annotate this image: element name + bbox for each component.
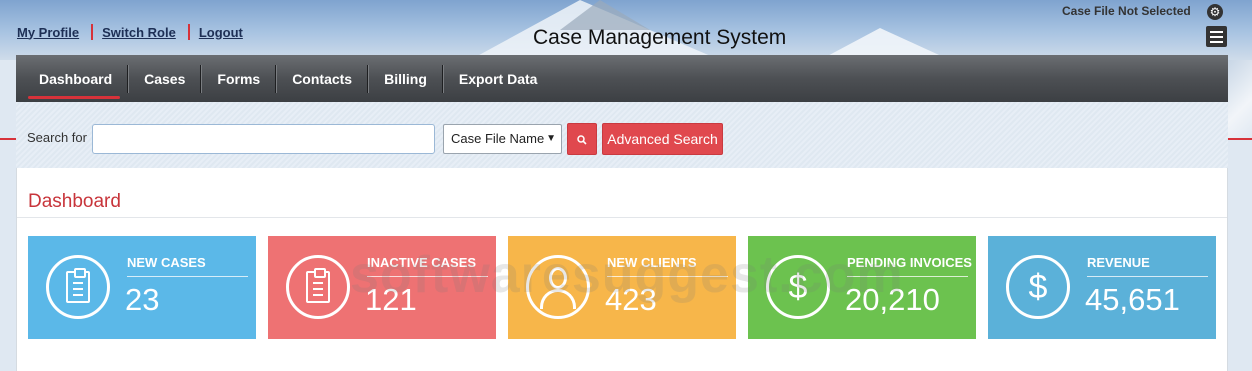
search-field-selected: Case File Name [451, 131, 545, 146]
card-label: REVENUE [1087, 255, 1150, 270]
app-title: Case Management System [533, 26, 787, 49]
card-value: 121 [365, 282, 417, 317]
my-profile-link[interactable]: My Profile [17, 25, 79, 40]
main-nav: Dashboard Cases Forms Contacts Billing E… [16, 55, 1228, 102]
side-decoration [1228, 60, 1252, 140]
clipboard-icon [46, 255, 110, 319]
search-label: Search for [27, 130, 87, 145]
page-title: Dashboard [28, 191, 121, 212]
advanced-search-button[interactable]: Advanced Search [602, 123, 723, 155]
logout-link[interactable]: Logout [199, 25, 243, 40]
card-value: 23 [125, 282, 160, 317]
case-status-text: Case File Not Selected [1062, 4, 1191, 18]
card-label: PENDING INVOICES [847, 255, 972, 270]
card-value: 20,210 [845, 282, 940, 317]
person-icon [526, 255, 590, 319]
hamburger-menu-icon[interactable] [1206, 26, 1227, 47]
card-value: 45,651 [1085, 282, 1180, 317]
card-new-clients[interactable]: NEW CLIENTS 423 [508, 236, 736, 339]
card-inactive-cases[interactable]: INACTIVE CASES 121 [268, 236, 496, 339]
card-label: NEW CLIENTS [607, 255, 697, 270]
nav-export-data[interactable]: Export Data [443, 63, 554, 95]
red-accent-right [1228, 138, 1252, 140]
link-divider [187, 24, 190, 40]
search-field-select[interactable]: Case File Name ▼ [443, 124, 562, 154]
dropdown-caret-icon: ▼ [546, 133, 556, 144]
card-value: 423 [605, 282, 657, 317]
account-links: My Profile Switch Role Logout [17, 24, 243, 40]
card-divider [127, 276, 248, 277]
link-divider [91, 24, 94, 40]
nav-dashboard[interactable]: Dashboard [16, 63, 129, 99]
card-label: INACTIVE CASES [367, 255, 477, 270]
search-icon [577, 135, 587, 145]
card-label: NEW CASES [127, 255, 206, 270]
divider [17, 217, 1227, 218]
gear-icon[interactable]: ⚙ [1207, 4, 1223, 20]
red-accent-left [0, 138, 16, 140]
clipboard-icon [286, 255, 350, 319]
card-new-cases[interactable]: NEW CASES 23 [28, 236, 256, 339]
card-divider [847, 276, 968, 277]
switch-role-link[interactable]: Switch Role [102, 25, 176, 40]
nav-billing[interactable]: Billing [368, 63, 443, 95]
card-pending-invoices[interactable]: $ PENDING INVOICES 20,210 [748, 236, 976, 339]
card-revenue[interactable]: $ REVENUE 45,651 [988, 236, 1216, 339]
nav-contacts[interactable]: Contacts [276, 63, 369, 95]
search-bar: Search for Case File Name ▼ Advanced Sea… [16, 102, 1228, 168]
card-divider [607, 276, 728, 277]
nav-cases[interactable]: Cases [128, 63, 202, 95]
nav-forms[interactable]: Forms [201, 63, 276, 95]
search-button[interactable] [567, 123, 597, 155]
dollar-icon: $ [1006, 255, 1070, 319]
dollar-icon: $ [766, 255, 830, 319]
dashboard-panel: Dashboard NEW CASES 23 INACTIVE CASES 12… [16, 168, 1228, 371]
card-divider [1087, 276, 1208, 277]
search-input[interactable] [92, 124, 435, 154]
card-divider [367, 276, 488, 277]
